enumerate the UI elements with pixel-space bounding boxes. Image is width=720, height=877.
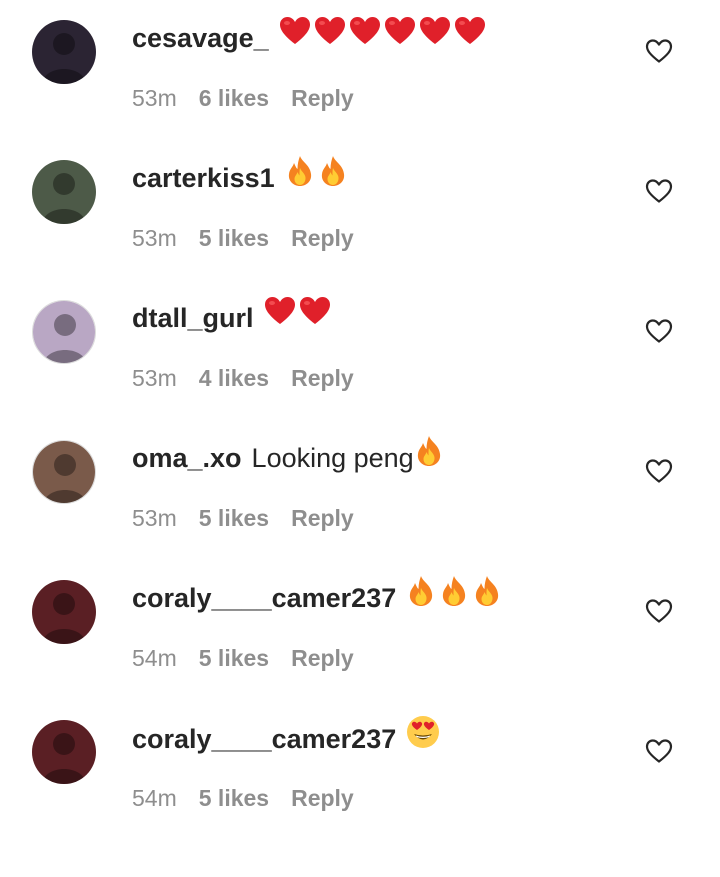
comment-meta: 53m 5 likes Reply <box>132 222 376 254</box>
fire-emoji-icon <box>318 155 348 198</box>
avatar[interactable] <box>32 160 96 224</box>
heart-eyes-emoji-icon <box>406 715 440 760</box>
comment-username[interactable]: coraly____camer237 <box>132 583 396 613</box>
comment-meta: 53m 4 likes Reply <box>132 362 376 394</box>
reply-button[interactable]: Reply <box>291 785 354 811</box>
comment-username[interactable]: dtall_gurl <box>132 303 254 333</box>
heart-outline-icon[interactable] <box>644 596 674 626</box>
comment-meta: 54m 5 likes Reply <box>132 782 376 814</box>
comment-username[interactable]: carterkiss1 <box>132 163 275 193</box>
avatar[interactable] <box>32 720 96 784</box>
comment-row: dtall_gurl 53m 4 likes Reply <box>0 280 720 420</box>
comment-body: carterkiss1 <box>132 155 351 201</box>
comment-meta: 53m 5 likes Reply <box>132 502 376 534</box>
comment-likes-count[interactable]: 5 likes <box>199 785 269 811</box>
comment-meta: 54m 5 likes Reply <box>132 642 376 674</box>
fire-emoji-icon <box>472 575 502 618</box>
comment-body: coraly____camer237 <box>132 715 443 763</box>
comment-timestamp: 53m <box>132 505 177 531</box>
comment-row: coraly____camer237 54m 5 likes Reply <box>0 560 720 700</box>
comment-timestamp: 53m <box>132 365 177 391</box>
heart-outline-icon[interactable] <box>644 36 674 66</box>
fire-emoji-icon <box>285 155 315 198</box>
comment-meta: 53m 6 likes Reply <box>132 82 376 114</box>
fire-emoji-icon <box>406 575 436 618</box>
fire-emoji-icon <box>414 435 444 478</box>
comment-username[interactable]: cesavage_ <box>132 23 269 53</box>
comment-timestamp: 53m <box>132 85 177 111</box>
red-heart-emoji-icon <box>264 296 296 337</box>
comment-row: oma_.xo Looking peng 53m 5 likes Reply <box>0 420 720 560</box>
heart-outline-icon[interactable] <box>644 456 674 486</box>
comment-row: coraly____camer237 54m 5 likes Reply <box>0 700 720 840</box>
comment-likes-count[interactable]: 4 likes <box>199 365 269 391</box>
red-heart-emoji-icon <box>384 16 416 57</box>
heart-outline-icon[interactable] <box>644 176 674 206</box>
comment-likes-count[interactable]: 5 likes <box>199 225 269 251</box>
red-heart-emoji-icon <box>419 16 451 57</box>
comment-body: dtall_gurl <box>132 296 334 340</box>
comment-row: cesavage_ 53m 6 likes Reply <box>0 0 720 140</box>
reply-button[interactable]: Reply <box>291 365 354 391</box>
reply-button[interactable]: Reply <box>291 85 354 111</box>
heart-outline-icon[interactable] <box>644 316 674 346</box>
avatar[interactable] <box>32 580 96 644</box>
avatar[interactable] <box>32 300 96 364</box>
avatar[interactable] <box>32 20 96 84</box>
red-heart-emoji-icon <box>314 16 346 57</box>
comment-timestamp: 53m <box>132 225 177 251</box>
comment-row: carterkiss1 53m 5 likes Reply <box>0 140 720 280</box>
comment-likes-count[interactable]: 5 likes <box>199 645 269 671</box>
red-heart-emoji-icon <box>349 16 381 57</box>
comment-list: cesavage_ 53m 6 likes Reply carterkiss1 53m 5 … <box>0 0 720 840</box>
avatar[interactable] <box>32 440 96 504</box>
comment-body: oma_.xo Looking peng <box>132 435 447 481</box>
comment-timestamp: 54m <box>132 645 177 671</box>
comment-likes-count[interactable]: 6 likes <box>199 85 269 111</box>
reply-button[interactable]: Reply <box>291 645 354 671</box>
comment-text: Looking peng <box>251 443 414 473</box>
reply-button[interactable]: Reply <box>291 225 354 251</box>
comment-body: cesavage_ <box>132 16 489 60</box>
comment-username[interactable]: oma_.xo <box>132 443 242 473</box>
red-heart-emoji-icon <box>454 16 486 57</box>
comment-timestamp: 54m <box>132 785 177 811</box>
comment-body: coraly____camer237 <box>132 575 505 621</box>
reply-button[interactable]: Reply <box>291 505 354 531</box>
red-heart-emoji-icon <box>279 16 311 57</box>
red-heart-emoji-icon <box>299 296 331 337</box>
fire-emoji-icon <box>439 575 469 618</box>
heart-outline-icon[interactable] <box>644 736 674 766</box>
comment-likes-count[interactable]: 5 likes <box>199 505 269 531</box>
comment-username[interactable]: coraly____camer237 <box>132 724 396 754</box>
